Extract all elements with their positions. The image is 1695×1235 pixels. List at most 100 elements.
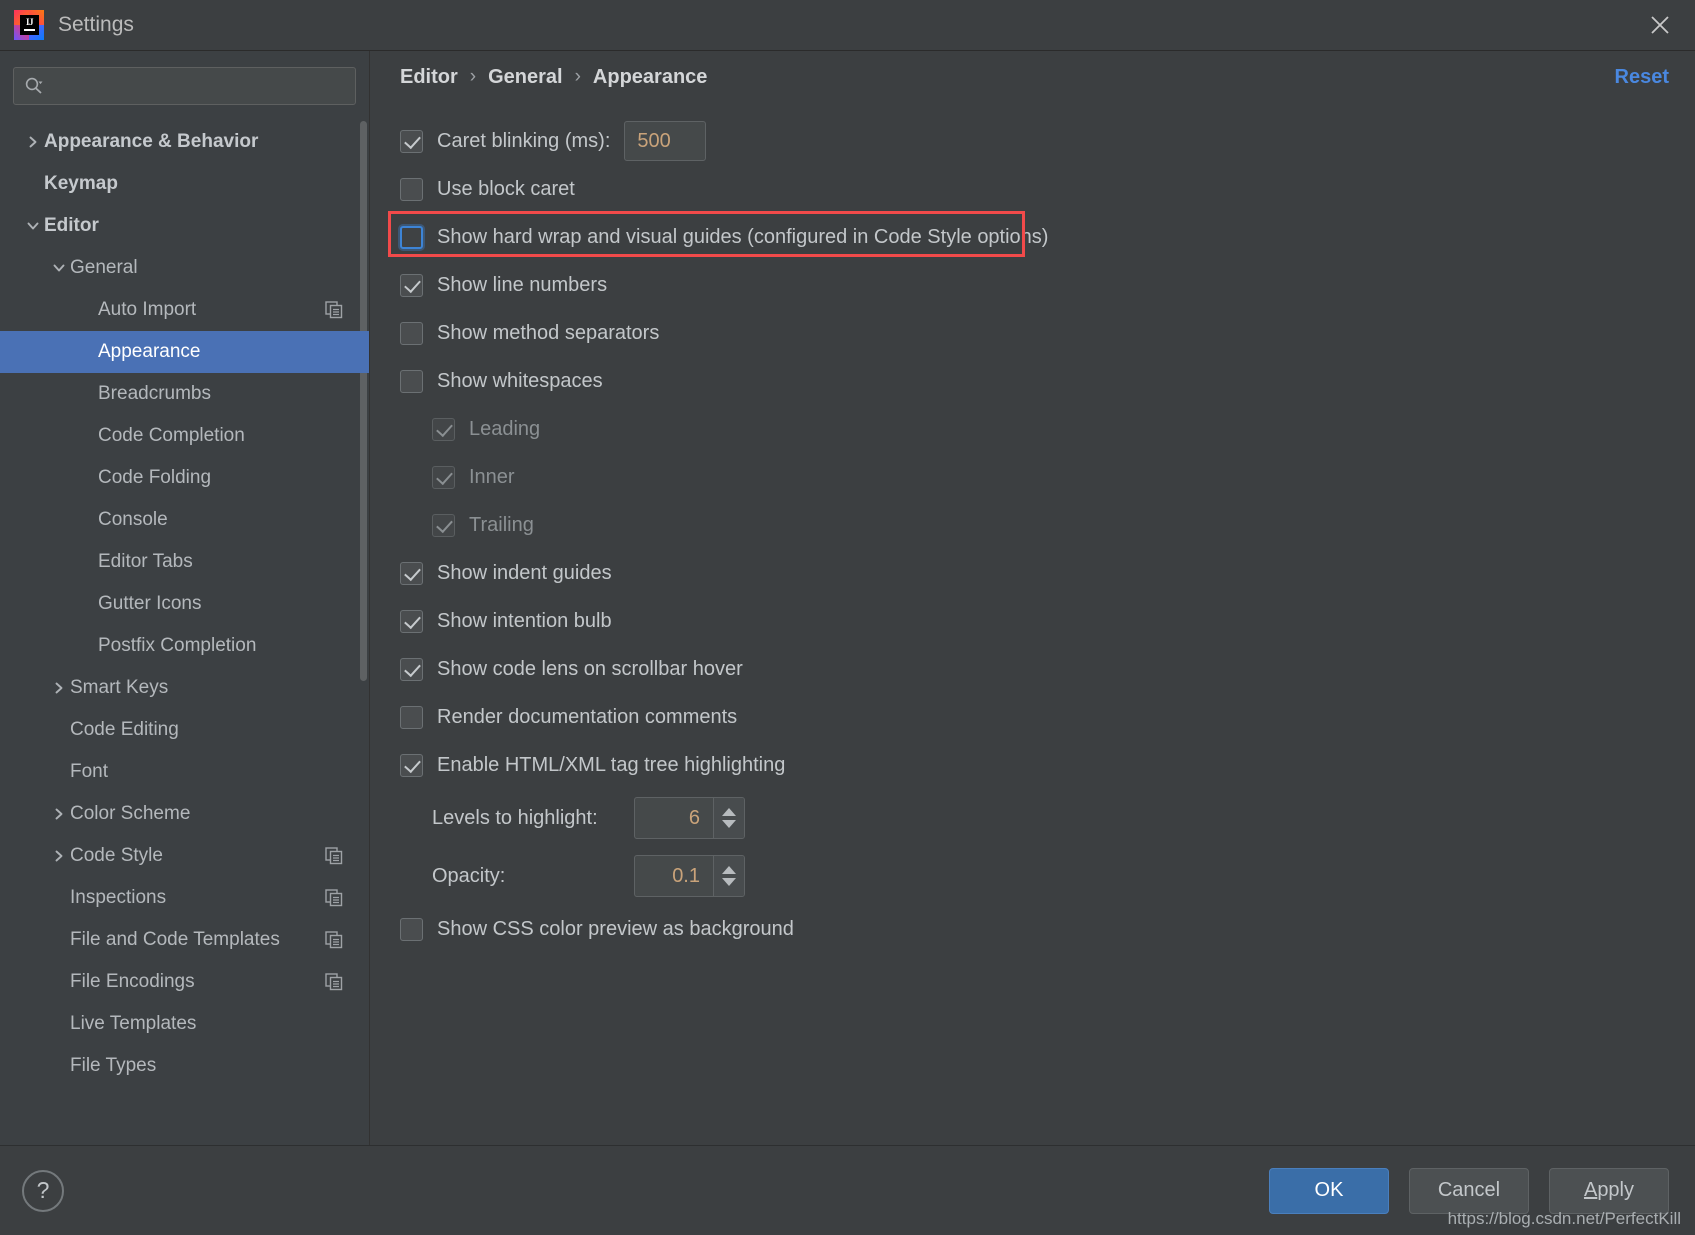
checkbox-show-intention-bulb[interactable] [400, 609, 423, 633]
spinner-label: Levels to highlight: [432, 806, 598, 829]
sidebar-item-live-templates[interactable]: Live Templates [0, 1003, 369, 1045]
chevron-up-icon[interactable] [722, 808, 736, 816]
checkbox-label[interactable]: Show method separators [437, 322, 659, 345]
checkbox-label: Leading [469, 417, 541, 440]
checkbox-show-line-numbers[interactable] [400, 273, 423, 297]
setting-row-caret-blinking-ms: Caret blinking (ms): 500 [400, 117, 1669, 165]
checkbox-show-whitespaces[interactable] [400, 369, 423, 393]
chevron-right-icon[interactable] [22, 135, 44, 149]
checkbox-label[interactable]: Use block caret [437, 178, 575, 201]
caret-blinking-input[interactable]: 500 [624, 121, 707, 161]
sidebar-item-auto-import[interactable]: Auto Import [0, 289, 369, 331]
copy-settings-icon [325, 973, 343, 991]
checkbox-enable-html-xml-tag-tree-highlighting[interactable] [400, 753, 423, 777]
checkbox-label[interactable]: Caret blinking (ms): [437, 130, 610, 153]
setting-row-show-line-numbers: Show line numbers [400, 261, 1669, 309]
breadcrumb-item-appearance[interactable]: Appearance [593, 66, 708, 89]
sidebar-item-inspections[interactable]: Inspections [0, 877, 369, 919]
chevron-right-icon[interactable] [48, 849, 70, 863]
checkbox-label[interactable]: Enable HTML/XML tag tree highlighting [437, 754, 785, 777]
copy-settings-icon [325, 931, 343, 949]
settings-tree[interactable]: Appearance & Behavior Keymap Editor General… [0, 117, 369, 1145]
breadcrumb-item-general[interactable]: General [488, 66, 562, 89]
help-icon[interactable]: ? [22, 1169, 64, 1212]
sidebar-item-console[interactable]: Console [0, 499, 369, 541]
sidebar-item-label: Appearance [98, 341, 201, 362]
sidebar-item-code-style[interactable]: Code Style [0, 835, 369, 877]
sidebar-item-file-types[interactable]: File Types [0, 1045, 369, 1087]
apply-button[interactable]: Apply [1549, 1167, 1669, 1214]
sidebar-item-breadcrumbs[interactable]: Breadcrumbs [0, 373, 369, 415]
cancel-button[interactable]: Cancel [1409, 1167, 1529, 1214]
sidebar-item-label: Code Editing [70, 719, 179, 740]
checkbox-caret-blinking-ms[interactable] [400, 129, 423, 153]
button-mnemonic: A [1583, 1179, 1598, 1201]
spinner-arrows[interactable] [713, 856, 744, 896]
chevron-up-icon[interactable] [722, 866, 736, 874]
checkbox-show-hard-wrap-and-visual-guides-configured-in-c[interactable] [400, 225, 423, 249]
chevron-down-icon[interactable] [722, 820, 736, 828]
sidebar-item-general[interactable]: General [0, 247, 369, 289]
sidebar-item-postfix-completion[interactable]: Postfix Completion [0, 625, 369, 667]
chevron-right-icon[interactable] [48, 807, 70, 821]
sidebar-item-label: Code Completion [98, 425, 245, 446]
setting-row-enable-html-xml-tag-tree-highlighting: Enable HTML/XML tag tree highlighting [400, 741, 1669, 789]
checkbox-label[interactable]: Show intention bulb [437, 610, 612, 633]
spinner-value[interactable]: 0.1 [635, 856, 713, 896]
sidebar-item-code-folding[interactable]: Code Folding [0, 457, 369, 499]
sidebar-item-label: Postfix Completion [98, 635, 257, 656]
sidebar-item-label: Color Scheme [70, 803, 191, 824]
checkbox-label[interactable]: Show whitespaces [437, 370, 603, 393]
checkbox-label[interactable]: Render documentation comments [437, 706, 737, 729]
checkbox-label[interactable]: Show line numbers [437, 274, 607, 297]
checkbox-label[interactable]: Show hard wrap and visual guides (config… [437, 226, 1048, 249]
checkbox-inner [432, 465, 455, 489]
close-icon[interactable] [1643, 8, 1677, 42]
sidebar-item-code-completion[interactable]: Code Completion [0, 415, 369, 457]
settings-dialog: IJ Settings Appearance & Behavior Keymap… [0, 0, 1695, 1235]
chevron-down-icon[interactable] [48, 261, 70, 275]
sidebar-item-gutter-icons[interactable]: Gutter Icons [0, 583, 369, 625]
sidebar-item-editor-tabs[interactable]: Editor Tabs [0, 541, 369, 583]
spinner-value[interactable]: 6 [635, 798, 713, 838]
sidebar-item-code-editing[interactable]: Code Editing [0, 709, 369, 751]
chevron-down-icon[interactable] [722, 878, 736, 886]
checkbox-show-method-separators[interactable] [400, 321, 423, 345]
checkbox-use-block-caret[interactable] [400, 177, 423, 201]
sidebar-item-file-encodings[interactable]: File Encodings [0, 961, 369, 1003]
checkbox-show-code-lens-on-scrollbar-hover[interactable] [400, 657, 423, 681]
chevron-down-icon[interactable] [22, 219, 44, 233]
sidebar-item-font[interactable]: Font [0, 751, 369, 793]
setting-row-show-whitespaces: Show whitespaces [400, 357, 1669, 405]
sidebar-item-editor[interactable]: Editor [0, 205, 369, 247]
ok-button[interactable]: OK [1269, 1167, 1389, 1214]
setting-row-opacity: Opacity: 0.1 [400, 847, 1669, 905]
search-input[interactable] [13, 67, 356, 105]
checkbox-show-indent-guides[interactable] [400, 561, 423, 585]
sidebar-item-appearance[interactable]: Appearance [0, 331, 369, 373]
reset-link[interactable]: Reset [1615, 66, 1669, 89]
quantity-stepper-levels-to-highlight[interactable]: 6 [634, 797, 745, 839]
setting-row-show-css-color-preview-as-background: Show CSS color preview as background [400, 905, 1669, 953]
sidebar-item-label: Font [70, 761, 109, 782]
checkbox-label[interactable]: Show code lens on scrollbar hover [437, 658, 743, 681]
intellij-idea-logo: IJ [14, 10, 44, 40]
setting-row-show-intention-bulb: Show intention bulb [400, 597, 1669, 645]
checkbox-show-css-color-preview-as-background[interactable] [400, 917, 423, 941]
checkbox-render-documentation-comments[interactable] [400, 705, 423, 729]
settings-options-list: Caret blinking (ms): 500 Use block caret Sh… [370, 103, 1695, 1145]
sidebar-item-smart-keys[interactable]: Smart Keys [0, 667, 369, 709]
quantity-stepper-opacity[interactable]: 0.1 [634, 855, 745, 897]
checkbox-label[interactable]: Show indent guides [437, 562, 612, 585]
spinner-arrows[interactable] [713, 798, 744, 838]
breadcrumb-item-editor[interactable]: Editor [400, 66, 458, 89]
sidebar-item-label: File and Code Templates [70, 929, 280, 950]
checkbox-label[interactable]: Show CSS color preview as background [437, 918, 794, 941]
sidebar-item-file-and-code-templates[interactable]: File and Code Templates [0, 919, 369, 961]
sidebar-item-label: Gutter Icons [98, 593, 202, 614]
sidebar-item-appearance-behavior[interactable]: Appearance & Behavior [0, 121, 369, 163]
sidebar-item-keymap[interactable]: Keymap [0, 163, 369, 205]
chevron-right-icon[interactable] [48, 681, 70, 695]
sidebar-item-color-scheme[interactable]: Color Scheme [0, 793, 369, 835]
sidebar-item-label: Auto Import [98, 299, 197, 320]
